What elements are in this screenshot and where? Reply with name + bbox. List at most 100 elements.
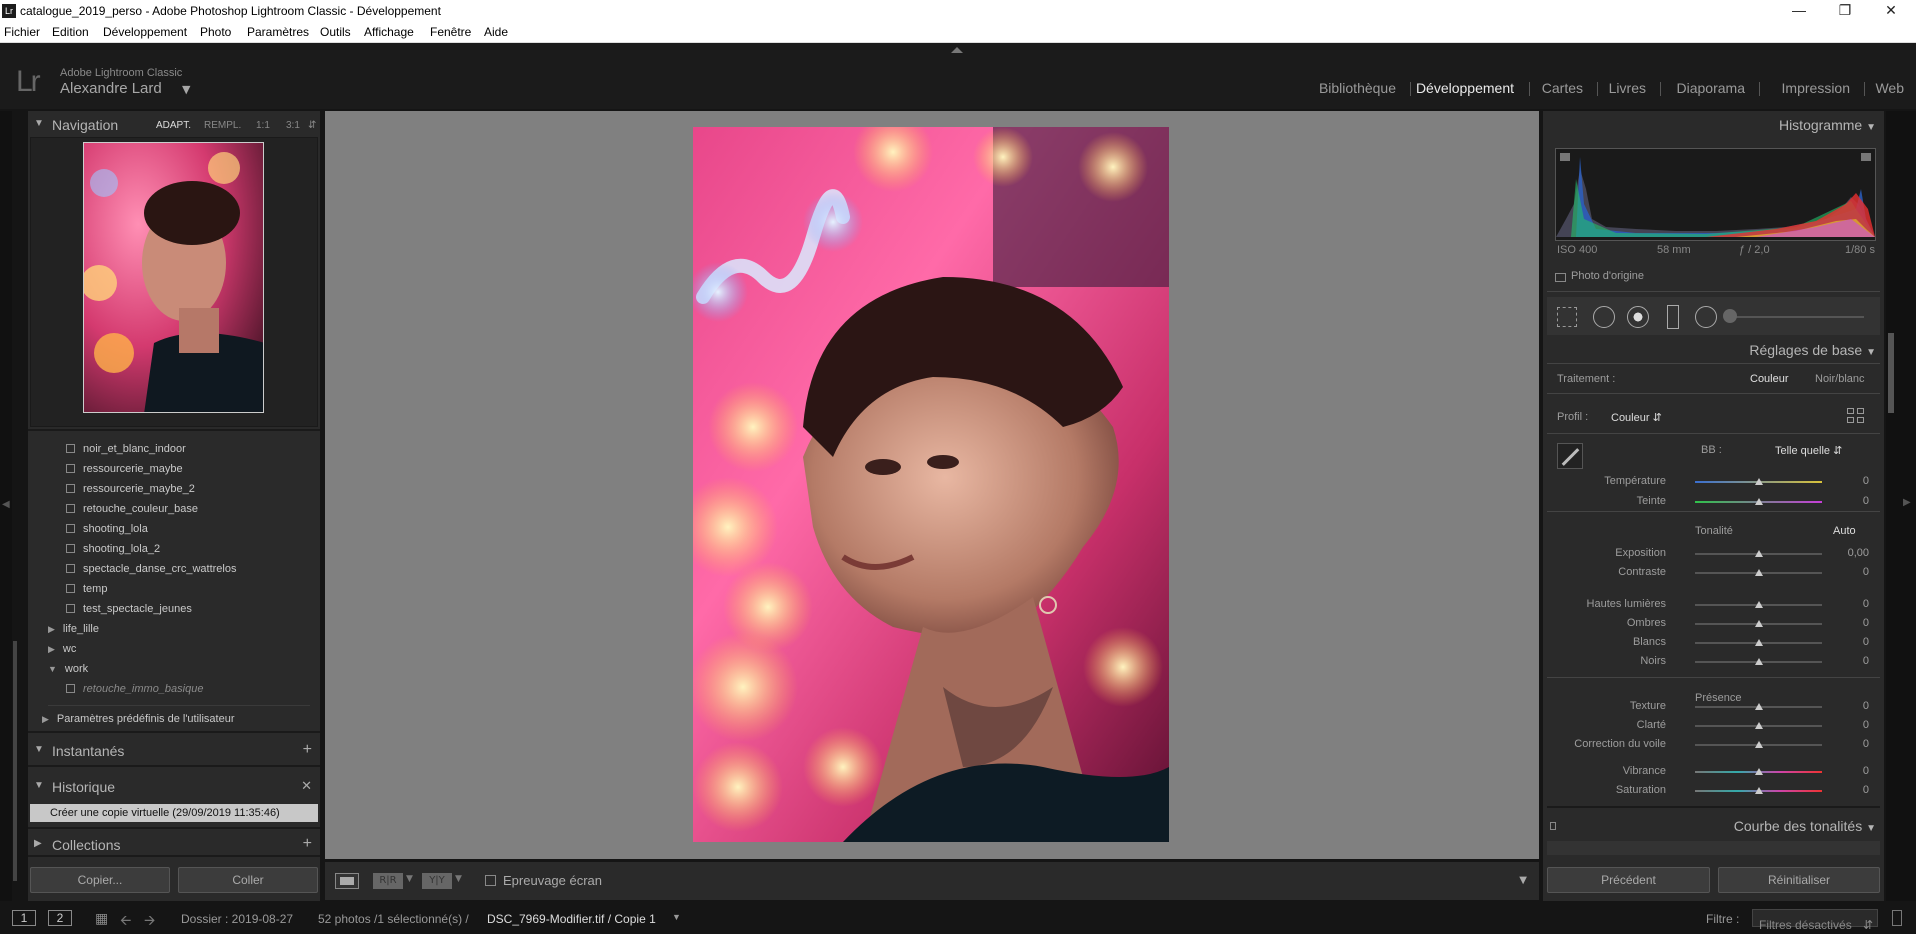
menu-affichage[interactable]: Affichage [364,25,414,39]
slider-thumb[interactable] [1754,601,1763,608]
user-name[interactable]: Alexandre Lard [60,80,162,97]
swap-view-icon[interactable]: Y|Y [422,873,452,889]
brush-tool-icon[interactable] [1723,309,1737,323]
profile-select[interactable]: Couleur ⇵ [1611,411,1662,424]
module-bibliotheque[interactable]: Bibliothèque [1319,80,1396,96]
crop-tool-icon[interactable] [1557,307,1577,327]
collapse-top-panel-icon[interactable] [951,47,963,53]
slider-thumb[interactable] [1754,569,1763,576]
graduated-filter-icon[interactable] [1667,305,1679,329]
eyedropper-icon[interactable] [1557,443,1583,469]
filter-lock-icon[interactable] [1892,910,1902,926]
paste-button[interactable]: Coller [178,867,318,893]
wb-select[interactable]: Telle quelle ⇵ [1775,444,1842,457]
original-photo-checkbox[interactable] [1555,273,1566,282]
chevron-down-icon[interactable]: ▼ [672,912,681,922]
slider-thumb[interactable] [1754,639,1763,646]
module-web[interactable]: Web [1875,80,1904,96]
menu-parametres[interactable]: Paramètres [247,25,309,39]
slider-value[interactable]: 0 [1863,738,1869,750]
red-eye-icon[interactable] [1627,306,1649,328]
copy-button[interactable]: Copier... [30,867,170,893]
grid-icon[interactable]: ▦ [95,910,108,927]
slider-thumb[interactable] [1754,787,1763,794]
slider-thumb[interactable] [1754,498,1763,505]
history-header[interactable]: ▼ Historique ✕ [28,775,320,799]
slider-value[interactable]: 0 [1863,765,1869,777]
menu-outils[interactable]: Outils [320,25,351,39]
slider-thumb[interactable] [1754,722,1763,729]
reset-button[interactable]: Réinitialiser [1718,867,1880,893]
tone-curve-header[interactable]: Courbe des tonalités ▼ [1734,818,1876,834]
preset-item[interactable]: retouche_couleur_base [66,503,198,515]
spot-removal-icon[interactable] [1593,306,1615,328]
menu-fenetre[interactable]: Fenêtre [430,25,471,39]
treatment-color[interactable]: Couleur [1750,373,1789,385]
add-collection-icon[interactable]: + [303,835,312,853]
chevron-down-icon[interactable]: ▼ [406,874,413,884]
menu-developpement[interactable]: Développement [103,25,187,39]
slider-thumb[interactable] [1754,703,1763,710]
chevron-down-icon[interactable]: ▼ [455,874,462,884]
preset-item[interactable]: test_spectacle_jeunes [66,603,192,615]
maximize-icon[interactable]: ❐ [1822,0,1868,22]
chevron-down-icon[interactable]: ▼ [182,83,190,96]
basic-header[interactable]: Réglages de base ▼ [1749,342,1876,358]
photo-preview[interactable] [693,127,1169,842]
soft-proof-checkbox[interactable] [485,875,496,886]
slider-thumb[interactable] [1754,620,1763,627]
before-after-view-icon[interactable]: R|R [373,873,403,889]
clear-history-icon[interactable]: ✕ [301,778,312,794]
image-view[interactable] [325,111,1539,859]
module-developpement[interactable]: Développement [1416,80,1514,96]
preset-folder[interactable]: ▶ life_lille [48,623,99,635]
slider-value[interactable]: 0 [1863,598,1869,610]
view-2-button[interactable]: 2 [48,910,72,926]
preset-item[interactable]: temp [66,583,107,595]
nav-zoom-fit[interactable]: ADAPT. [156,120,191,131]
slider-thumb[interactable] [1754,768,1763,775]
slider-value[interactable]: 0 [1863,784,1869,796]
auto-tone-button[interactable]: Auto [1833,525,1856,537]
expand-left-panel-icon[interactable]: ◀ [2,499,10,510]
panel-toggle-icon[interactable] [1550,822,1556,830]
menu-edition[interactable]: Edition [52,25,89,39]
file-name[interactable]: DSC_7969-Modifier.tif / Copie 1 [487,912,656,926]
filter-select[interactable]: Filtres désactivés ⇵ [1752,909,1878,932]
expand-right-panel-icon[interactable]: ▶ [1903,497,1911,508]
nav-zoom-3-1[interactable]: 3:1 [286,120,300,131]
right-scrollbar[interactable] [1888,333,1894,413]
slider-thumb[interactable] [1754,658,1763,665]
navigator-preview[interactable] [83,142,264,413]
left-scrollbar[interactable] [13,641,17,881]
preset-item[interactable]: ressourcerie_maybe_2 [66,483,195,495]
preset-item[interactable]: noir_et_blanc_indoor [66,443,186,455]
histogram-header[interactable]: Histogramme ▼ [1779,117,1876,133]
module-livres[interactable]: Livres [1609,80,1646,96]
nav-zoom-fill[interactable]: REMPL. [204,120,241,131]
module-diaporama[interactable]: Diaporama [1677,80,1745,96]
user-presets-folder[interactable]: ▶ Paramètres prédéfinis de l'utilisateur [42,713,235,725]
slider-thumb[interactable] [1754,550,1763,557]
slider-value[interactable]: 0 [1863,700,1869,712]
back-arrow-icon[interactable]: 🡨 [120,910,131,934]
navigation-header[interactable]: ▼ Navigation ADAPT. REMPL. 1:1 3:1 ⇵ [28,113,320,137]
loupe-view-icon[interactable] [335,873,359,889]
nav-zoom-1-1[interactable]: 1:1 [256,120,270,131]
close-icon[interactable]: ✕ [1868,0,1914,22]
module-cartes[interactable]: Cartes [1542,80,1583,96]
slider-value[interactable]: 0 [1863,475,1869,487]
treatment-bw[interactable]: Noir/blanc [1815,373,1865,385]
slider-value[interactable]: 0 [1863,655,1869,667]
preset-item[interactable]: ressourcerie_maybe [66,463,183,475]
snapshots-header[interactable]: ▼ Instantanés + [28,739,320,763]
slider-value[interactable]: 0 [1863,719,1869,731]
history-item[interactable]: Créer une copie virtuelle (29/09/2019 11… [30,804,318,822]
preset-item[interactable]: shooting_lola [66,523,148,535]
slider-value[interactable]: 0 [1863,617,1869,629]
slider-thumb[interactable] [1754,478,1763,485]
previous-button[interactable]: Précédent [1547,867,1710,893]
radial-filter-icon[interactable] [1695,306,1717,328]
slider-value[interactable]: 0,00 [1848,547,1869,559]
toolbar-menu-icon[interactable]: ▼ [1519,875,1527,886]
